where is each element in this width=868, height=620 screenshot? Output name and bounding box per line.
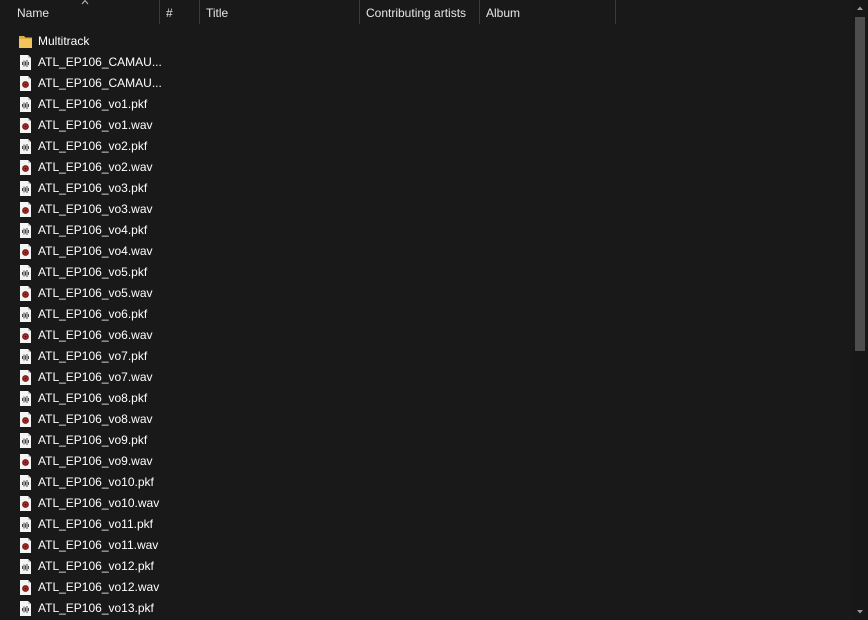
file-name: ATL_EP106_vo1.pkf (38, 97, 148, 111)
file-row[interactable]: ATL_EP106_vo11.pkf (0, 514, 160, 535)
audio-file-icon (20, 76, 31, 91)
file-name: ATL_EP106_vo1.wav (38, 118, 153, 132)
file-name: ATL_EP106_vo3.pkf (38, 181, 148, 195)
file-name: ATL_EP106_vo7.wav (38, 370, 153, 384)
audio-file-icon (20, 538, 31, 553)
file-explorer: Name # Title Contributing artists Album … (0, 0, 868, 620)
vertical-scrollbar[interactable] (852, 0, 868, 620)
audio-file-icon (20, 370, 31, 385)
waveform-file-icon (20, 517, 31, 532)
file-row[interactable]: ATL_EP106_vo2.pkf (0, 136, 160, 157)
audio-file-icon (20, 244, 31, 259)
audio-file-icon (20, 160, 31, 175)
column-separator[interactable] (615, 0, 616, 24)
file-name: ATL_EP106_vo11.wav (38, 538, 159, 552)
file-row[interactable]: ATL_EP106_vo2.wav (0, 157, 160, 178)
file-row[interactable]: ATL_EP106_vo11.wav (0, 535, 160, 556)
file-row[interactable]: ATL_EP106_vo7.wav (0, 367, 160, 388)
file-name: ATL_EP106_vo4.pkf (38, 223, 148, 237)
file-row[interactable]: ATL_EP106_vo6.pkf (0, 304, 160, 325)
file-name: ATL_EP106_vo9.pkf (38, 433, 148, 447)
waveform-file-icon (20, 391, 31, 406)
file-name: ATL_EP106_vo12.wav (38, 580, 160, 594)
waveform-file-icon (20, 97, 31, 112)
column-header-title[interactable]: Title (200, 0, 359, 26)
file-name: ATL_EP106_vo2.pkf (38, 139, 148, 153)
file-name: ATL_EP106_vo7.pkf (38, 349, 148, 363)
audio-file-icon (20, 496, 31, 511)
waveform-file-icon (20, 475, 31, 490)
waveform-file-icon (20, 307, 31, 322)
file-name: ATL_EP106_vo6.pkf (38, 307, 148, 321)
file-list: Multitrack ATL_EP106_CAMAU... ATL_EP106_CA… (0, 31, 852, 619)
file-name: ATL_EP106_vo4.wav (38, 244, 153, 258)
audio-file-icon (20, 454, 31, 469)
waveform-file-icon (20, 265, 31, 280)
scroll-thumb[interactable] (855, 17, 865, 351)
file-name: ATL_EP106_vo2.wav (38, 160, 153, 174)
audio-file-icon (20, 118, 31, 133)
file-row[interactable]: ATL_EP106_vo4.wav (0, 241, 160, 262)
file-row[interactable]: ATL_EP106_vo10.pkf (0, 472, 160, 493)
waveform-file-icon (20, 559, 31, 574)
file-name: ATL_EP106_vo5.pkf (38, 265, 148, 279)
file-row[interactable]: ATL_EP106_vo7.pkf (0, 346, 160, 367)
file-row[interactable]: ATL_EP106_vo10.wav (0, 493, 160, 514)
file-name: ATL_EP106_vo8.pkf (38, 391, 148, 405)
scroll-up-arrow-icon[interactable] (852, 0, 868, 16)
audio-file-icon (20, 328, 31, 343)
file-name: ATL_EP106_vo6.wav (38, 328, 153, 342)
column-header-number[interactable]: # (160, 0, 199, 26)
file-name: ATL_EP106_vo10.wav (38, 496, 160, 510)
file-row[interactable]: ATL_EP106_vo9.pkf (0, 430, 160, 451)
folder-row[interactable]: Multitrack (0, 31, 160, 52)
waveform-file-icon (20, 139, 31, 154)
file-row[interactable]: ATL_EP106_vo12.wav (0, 577, 160, 598)
audio-file-icon (20, 202, 31, 217)
file-name: ATL_EP106_vo11.pkf (38, 517, 153, 531)
file-name: ATL_EP106_CAMAU... (38, 76, 162, 90)
file-row[interactable]: ATL_EP106_vo1.pkf (0, 94, 160, 115)
file-row[interactable]: ATL_EP106_vo6.wav (0, 325, 160, 346)
audio-file-icon (20, 286, 31, 301)
waveform-file-icon (20, 181, 31, 196)
file-row[interactable]: ATL_EP106_vo5.pkf (0, 262, 160, 283)
file-row[interactable]: ATL_EP106_vo3.pkf (0, 178, 160, 199)
sort-up-caret-icon (81, 0, 89, 5)
column-header-contributing-artists[interactable]: Contributing artists (360, 0, 479, 26)
file-name: ATL_EP106_vo13.pkf (38, 601, 154, 615)
scroll-down-arrow-icon[interactable] (852, 604, 868, 620)
column-header-bar: Name # Title Contributing artists Album (0, 0, 852, 26)
file-name: ATL_EP106_vo9.wav (38, 454, 153, 468)
file-name: ATL_EP106_vo3.wav (38, 202, 153, 216)
file-row[interactable]: ATL_EP106_vo5.wav (0, 283, 160, 304)
file-row[interactable]: ATL_EP106_CAMAU... (0, 52, 162, 73)
waveform-file-icon (20, 433, 31, 448)
waveform-file-icon (20, 223, 31, 238)
waveform-file-icon (20, 349, 31, 364)
file-row[interactable]: ATL_EP106_vo8.wav (0, 409, 160, 430)
audio-file-icon (20, 580, 31, 595)
file-row[interactable]: ATL_EP106_vo1.wav (0, 115, 160, 136)
waveform-file-icon (20, 55, 31, 70)
waveform-file-icon (20, 601, 31, 616)
column-header-album[interactable]: Album (480, 0, 615, 26)
file-row[interactable]: ATL_EP106_vo3.wav (0, 199, 160, 220)
file-row[interactable]: ATL_EP106_CAMAU... (0, 73, 162, 94)
file-row[interactable]: ATL_EP106_vo8.pkf (0, 388, 160, 409)
folder-icon (19, 36, 32, 48)
file-name: ATL_EP106_vo12.pkf (38, 559, 154, 573)
file-row[interactable]: ATL_EP106_vo13.pkf (0, 598, 160, 619)
file-name: ATL_EP106_vo10.pkf (38, 475, 154, 489)
file-name: ATL_EP106_CAMAU... (38, 55, 162, 69)
file-row[interactable]: ATL_EP106_vo12.pkf (0, 556, 160, 577)
file-name: ATL_EP106_vo5.wav (38, 286, 153, 300)
audio-file-icon (20, 412, 31, 427)
file-name: ATL_EP106_vo8.wav (38, 412, 153, 426)
file-row[interactable]: ATL_EP106_vo9.wav (0, 451, 160, 472)
file-row[interactable]: ATL_EP106_vo4.pkf (0, 220, 160, 241)
file-name: Multitrack (38, 34, 90, 48)
